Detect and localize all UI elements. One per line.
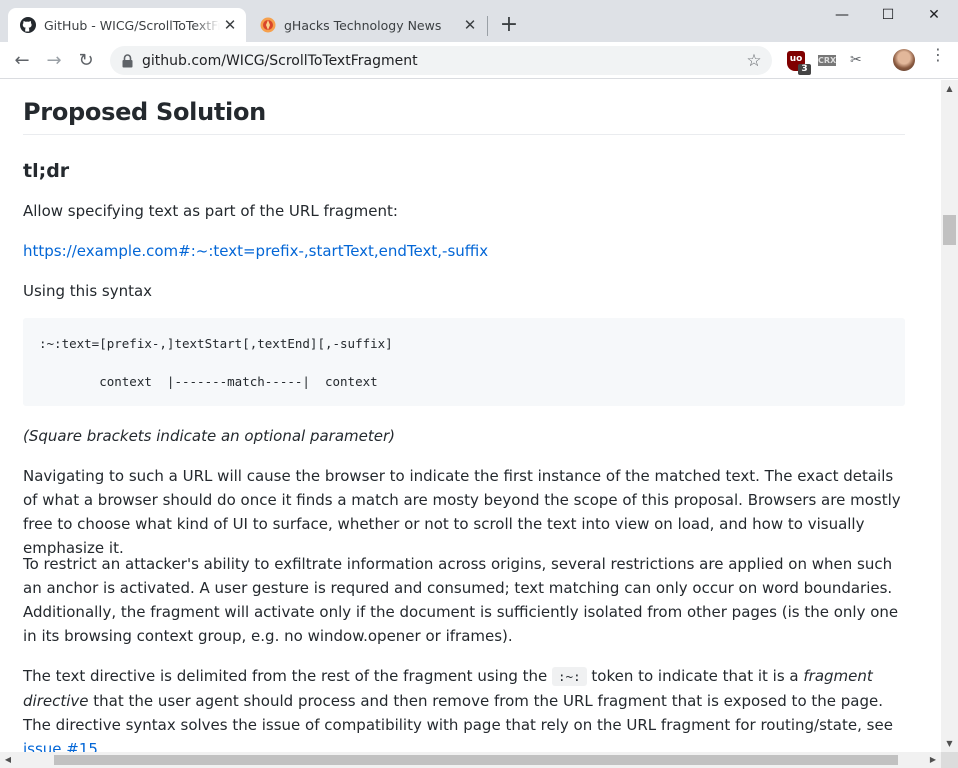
- scroll-up-icon[interactable]: ▲: [941, 80, 958, 97]
- section-heading: Proposed Solution: [23, 98, 905, 135]
- forward-button[interactable]: →: [40, 46, 68, 74]
- tab-title: gHacks Technology News: [284, 17, 442, 33]
- vertical-scrollbar[interactable]: ▲ ▼: [941, 80, 958, 752]
- inline-code: :~:: [552, 667, 587, 686]
- github-icon: [20, 17, 36, 33]
- address-bar[interactable]: github.com/WICG/ScrollToTextFragment ☆: [110, 46, 772, 75]
- browser-toolbar: ← → ↻ github.com/WICG/ScrollToTextFragme…: [0, 42, 958, 79]
- url-text[interactable]: github.com/WICG/ScrollToTextFragment: [142, 53, 744, 69]
- scrollbar-corner: [941, 752, 958, 768]
- text-span: that the user agent should process and t…: [23, 692, 893, 734]
- paragraph-restrictions: To restrict an attacker's ability to exf…: [23, 555, 899, 645]
- syntax-code-block: :~:text=[prefix-,]textStart[,textEnd][,-…: [23, 318, 905, 406]
- crx-extension-icon[interactable]: CRX: [818, 55, 836, 66]
- lock-icon: [120, 53, 134, 69]
- text-span: .: [97, 740, 103, 752]
- close-tab-icon[interactable]: ✕: [220, 15, 240, 35]
- scissors-extension-icon[interactable]: ✂: [850, 52, 862, 68]
- example-url-link[interactable]: https://example.com#:~:text=prefix-,star…: [23, 242, 488, 260]
- profile-avatar[interactable]: [893, 49, 915, 71]
- ublock-label: uo: [789, 54, 803, 64]
- paragraph-directive: The text directive is delimited from the…: [23, 664, 905, 752]
- close-tab-icon[interactable]: ✕: [460, 15, 480, 35]
- horizontal-scroll-thumb[interactable]: [54, 755, 898, 765]
- scroll-down-icon[interactable]: ▼: [941, 735, 958, 752]
- scroll-left-icon[interactable]: ◀: [0, 752, 16, 768]
- note-paragraph: (Square brackets indicate an optional pa…: [23, 427, 396, 445]
- issue-link[interactable]: issue #15: [23, 740, 98, 752]
- reload-button[interactable]: ↻: [72, 46, 100, 74]
- syntax-paragraph: Using this syntax: [23, 282, 153, 300]
- text-span: The text directive is delimited from the…: [23, 667, 548, 685]
- tab-strip: GitHub - WICG/ScrollToTextFragment ✕ gHa…: [0, 0, 958, 42]
- minimize-button[interactable]: —: [819, 0, 865, 30]
- chrome-menu-icon[interactable]: ⋮: [930, 47, 946, 63]
- bookmark-star-icon[interactable]: ☆: [744, 51, 764, 71]
- intro-paragraph: Allow specifying text as part of the URL…: [23, 202, 398, 220]
- code-line: context |-------match-----| context: [39, 374, 378, 389]
- subsection-heading: tl;dr: [23, 160, 70, 182]
- tab-separator: [487, 16, 488, 36]
- scroll-right-icon[interactable]: ▶: [925, 752, 941, 768]
- maximize-button[interactable]: ☐: [865, 0, 911, 30]
- close-window-button[interactable]: ✕: [911, 0, 957, 30]
- paragraph-navigation: Navigating to such a URL will cause the …: [23, 467, 901, 557]
- vertical-scroll-thumb[interactable]: [943, 215, 956, 245]
- tab-title: GitHub - WICG/ScrollToTextFragment: [44, 17, 220, 33]
- back-button[interactable]: ←: [8, 46, 36, 74]
- code-line: :~:text=[prefix-,]textStart[,textEnd][,-…: [39, 336, 393, 351]
- text-span: token to indicate that it is a: [591, 667, 799, 685]
- tab-ghacks[interactable]: gHacks Technology News ✕: [248, 8, 486, 42]
- ublock-extension-icon[interactable]: uo 3: [787, 51, 811, 75]
- page-viewport: Proposed Solution tl;dr Allow specifying…: [0, 80, 940, 752]
- ghacks-icon: [260, 17, 276, 33]
- ublock-badge: 3: [798, 64, 811, 75]
- horizontal-scrollbar[interactable]: ◀ ▶: [0, 752, 941, 768]
- example-link-paragraph: https://example.com#:~:text=prefix-,star…: [23, 239, 905, 263]
- tab-github[interactable]: GitHub - WICG/ScrollToTextFragment ✕: [8, 8, 246, 42]
- new-tab-button[interactable]: +: [498, 14, 520, 36]
